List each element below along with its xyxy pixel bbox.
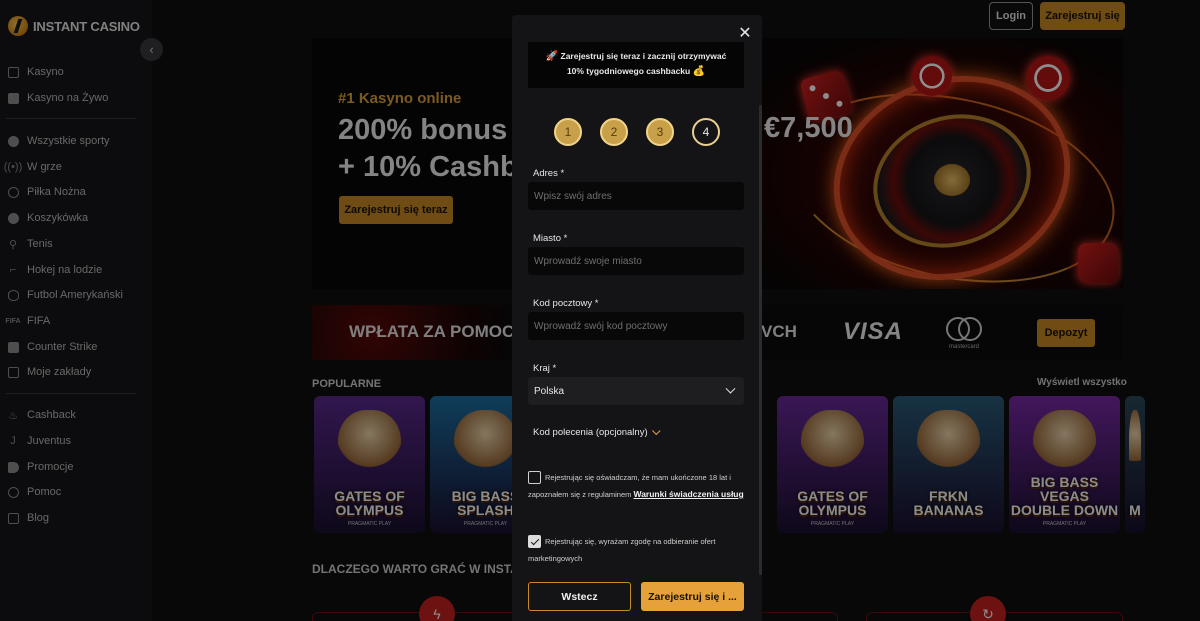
terms-link[interactable]: Warunki świadczenia usług — [633, 489, 743, 499]
chevron-down-icon — [725, 383, 736, 394]
city-input[interactable] — [528, 247, 744, 275]
city-label: Miasto * — [533, 233, 568, 244]
step-3: 3 — [646, 118, 674, 146]
rocket-icon: 🚀 — [545, 51, 559, 62]
terms-consent-text: Rejestrując się oświadczam, że mam ukońc… — [528, 469, 746, 503]
country-label: Kraj * — [533, 363, 557, 374]
step-indicator: 1 2 3 4 — [554, 118, 724, 148]
postal-code-label: Kod pocztowy * — [533, 298, 599, 309]
step-4: 4 — [692, 118, 720, 146]
referral-code-toggle[interactable]: Kod polecenia (opcjonalny) — [533, 426, 661, 438]
country-select[interactable]: Polska — [528, 377, 744, 405]
close-icon: ✕ — [738, 25, 752, 42]
marketing-consent-text: Rejestrując się, wyrażam zgodę na odbier… — [528, 533, 746, 567]
referral-label: Kod polecenia (opcjonalny) — [533, 427, 648, 438]
address-label: Adres * — [533, 168, 565, 179]
marketing-text: Rejestrując się, wyrażam zgodę na odbier… — [528, 537, 716, 563]
registration-modal: ✕ 🚀 Zarejestruj się teraz i zacznij otrz… — [512, 15, 762, 621]
country-selected-value: Polska — [534, 385, 565, 397]
submit-register-button[interactable]: Zarejestruj się i ... — [641, 582, 744, 611]
step-1: 1 — [554, 118, 582, 146]
modal-scrollbar[interactable] — [759, 105, 762, 575]
money-bag-icon: 💰 — [692, 66, 706, 77]
back-button[interactable]: Wstecz — [528, 582, 631, 611]
promo-text-line: 10% tygodniowego cashbacku — [566, 66, 691, 76]
promo-banner: 🚀 Zarejestruj się teraz i zacznij otrzym… — [528, 42, 744, 88]
promo-text-line: Zarejestruj się teraz i zacznij otrzymyw… — [560, 51, 727, 61]
address-input[interactable] — [528, 182, 744, 210]
close-button[interactable]: ✕ — [737, 24, 753, 44]
chevron-down-icon — [651, 426, 661, 435]
postal-code-input[interactable] — [528, 312, 744, 340]
step-2: 2 — [600, 118, 628, 146]
